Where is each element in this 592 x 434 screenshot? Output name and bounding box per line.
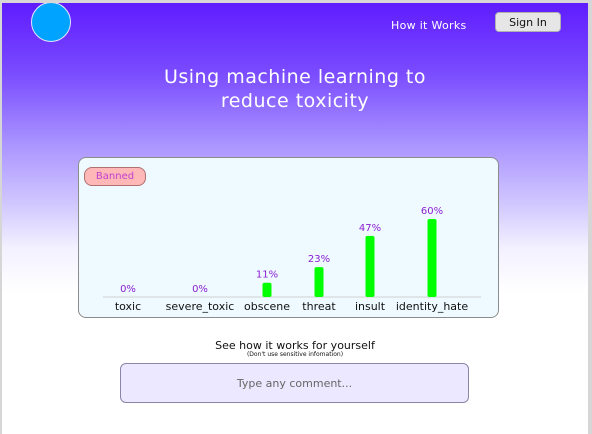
value-label-toxic: 0% [120,284,136,295]
value-label-severe_toxic: 0% [192,284,208,295]
value-label-threat: 23% [308,254,330,265]
category-label-severe_toxic: severe_toxic [166,300,235,313]
comment-input[interactable] [120,363,469,403]
value-label-identity_hate: 60% [421,206,443,217]
hero-line-2: reduce toxicity [220,90,370,112]
bar-identity_hate [427,219,437,297]
toxicity-chart: 0% toxic 0% severe_toxic 11% obscene 23% threat… [103,206,481,313]
bar-threat [314,267,324,297]
value-label-obscene: 11% [256,270,278,281]
hero-heading: Using machine learning to reduce toxicit… [2,65,588,113]
page: How it Works Sign In Using machine learn… [2,3,588,434]
bar-insult [365,235,375,297]
results-card: Banned 0% toxic 0% severe_toxic 11% obscene 23… [78,157,499,318]
how-it-works-link[interactable]: How it Works [391,19,467,32]
category-label-threat: threat [302,300,336,313]
value-label-insult: 47% [359,223,381,234]
category-label-toxic: toxic [115,300,141,313]
category-label-identity_hate: identity_hate [396,300,468,313]
hero-line-1: Using machine learning to [163,66,427,88]
sign-in-button[interactable]: Sign In [495,12,561,32]
category-label-insult: insult [355,300,386,313]
try-it-subtitle: (Don't use sensitive infomation) [246,351,344,358]
logo-circle[interactable] [31,3,71,42]
category-label-obscene: obscene [244,300,290,313]
bar-obscene [262,282,272,297]
